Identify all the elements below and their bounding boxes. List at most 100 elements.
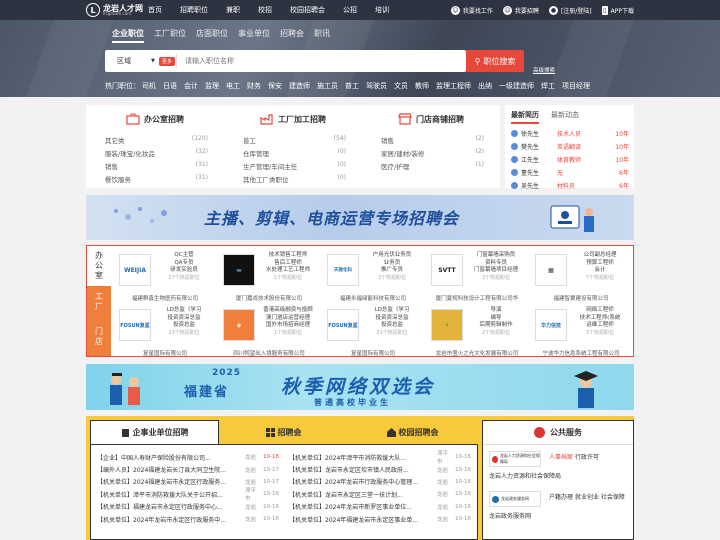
list-item[interactable]: 【机关单位】2024年漳平市消防救援大队... 漳平市 10-16 — [289, 451, 471, 465]
employer-card[interactable]: 华力信技 网络工程师 技术工程师(系统 运维工程师 3个热招职位 宁波华力信息系统工程… — [529, 304, 633, 357]
hot-job[interactable]: 项目经理 — [562, 81, 590, 91]
resume-row[interactable]: 徐先生 技术人员 10年 — [511, 127, 629, 140]
side-tab-factory[interactable]: 工厂 — [87, 286, 111, 318]
ecommerce-fair-banner[interactable]: 主播、剪辑、电商运营专场招聘会 — [86, 195, 634, 240]
hot-job[interactable]: 文员 — [394, 81, 408, 91]
tab-news[interactable]: 职讯 — [314, 28, 330, 43]
hot-job[interactable]: 电工 — [226, 81, 240, 91]
employer-card[interactable]: ▦ 公司副总经理 预算工程师 会计 7个热招职位 福建智翼建设有限公司 — [529, 249, 633, 302]
autumn-online-fair-banner[interactable]: 2025 福建省 秋季网络双选会 普通高校毕业生 — [86, 364, 634, 410]
hot-job[interactable]: 会计 — [184, 81, 198, 91]
list-item[interactable]: 【机关单位】2024年龙岩市永定区行政服务中... 龙岩 10-16 — [97, 513, 279, 525]
tab-latest-news[interactable]: 最新动态 — [551, 110, 579, 124]
hot-job[interactable]: 建造师 — [289, 81, 310, 91]
category-item[interactable]: 餐饮服务 (31) — [105, 174, 208, 187]
banner-province: 福建省 — [184, 385, 230, 400]
list-item[interactable]: 【编外人员】2024福建龙岩长汀县大同卫生院... 龙岩 10-17 — [97, 463, 279, 475]
hot-job[interactable]: 监理工程师 — [436, 81, 471, 91]
employer-card[interactable]: SVTT 门窗幕墙采购员 资料专员 门窗幕墙项目经理 3个热招职位 厦门夏视科技设计工… — [425, 249, 529, 302]
hot-job[interactable]: 财务 — [247, 81, 261, 91]
tab-store-jobs[interactable]: 店面职位 — [196, 28, 228, 43]
resume-row[interactable]: 吴先生 材料员 6年 — [511, 179, 629, 192]
more-badge[interactable]: 更多 — [158, 56, 175, 66]
service-name: 龙岩人力资源和社会保障局 — [489, 473, 562, 480]
category-item[interactable]: 仓库管理 (0) — [243, 148, 346, 161]
category-item[interactable]: 其它类 (120) — [105, 135, 208, 148]
category-office: 办公室招聘 其它类 (120) 服装/珠宝/化妆品 (32) 销售 (31) 餐饮服务… — [86, 105, 224, 188]
side-tab-shop[interactable]: 门店 — [87, 318, 111, 356]
search-input[interactable] — [177, 51, 466, 71]
service-link[interactable]: 就业创业 社会保障 — [575, 494, 625, 501]
tab-campus-fair[interactable]: 校园招聘会 — [348, 420, 477, 444]
hot-job[interactable]: 焊工 — [541, 81, 555, 91]
list-item[interactable]: 【机关单位】龙岩市永定区坎市镇人民政府... 龙岩 10-16 — [289, 463, 471, 475]
tab-job-fair[interactable]: 招聘会 — [280, 28, 304, 43]
hot-job[interactable]: 施工员 — [317, 81, 338, 91]
employer-card[interactable]: WEIJIA QC主管 QA专员 研发实验员 17个热招职位 福建群鑫生物医药有限公司 — [113, 249, 217, 302]
site-logo[interactable]: L 龙岩人才网 lrcgasam.com — [86, 3, 143, 17]
resume-row[interactable]: 董先生无 6年 — [511, 166, 629, 179]
category-item[interactable]: 销售 (2) — [381, 135, 484, 148]
nav-campus[interactable]: 校招 — [258, 5, 272, 15]
tab-enterprise-recruitment[interactable]: 企事业单位招聘 — [90, 420, 219, 444]
category-item[interactable]: 普工 (54) — [243, 135, 346, 148]
app-download-link[interactable]: ▯ APP下载 — [601, 5, 634, 15]
graduate-cap-illustration-icon — [574, 371, 598, 408]
list-item[interactable]: 【机关单位】2024年龙岩市行政服务中心管理... 龙岩 10-16 — [289, 476, 471, 488]
category-item[interactable]: 家居/建材/装修 (2) — [381, 148, 484, 161]
tab-job-fair[interactable]: 招聘会 — [219, 420, 348, 444]
hot-job[interactable]: 驾驶员 — [366, 81, 387, 91]
service-link[interactable]: 户籍办理 — [549, 494, 573, 501]
tab-public-institution[interactable]: 事业单位 — [238, 28, 270, 43]
nav-parttime[interactable]: 兼职 — [226, 5, 240, 15]
featured-employers: 办公室 工厂 门店 WEIJIA QC主管 QA专员 研发实验员 17个热招职位 福建… — [86, 245, 634, 357]
category-item[interactable]: 其他工厂类职位 (0) — [243, 174, 346, 187]
nav-public-exam[interactable]: 公招 — [343, 5, 357, 15]
service-link[interactable]: 人事档案 — [549, 454, 573, 461]
login-register-link[interactable]: ● [注册/登陆] — [548, 5, 592, 15]
employer-card[interactable]: ◈ 香港高级融资与投顾 澳门酒店运营经理 国外市场招商经理 1个热招职位 四川鸭望出入… — [217, 304, 321, 357]
employer-card[interactable]: FOSUN复星 LD总监（学习 投资资深总监 投资总监 23个热招职位 复星国际有限公… — [113, 304, 217, 357]
employer-card[interactable]: FOSUN复星 LD总监（学习 投资资深总监 投资总监 21个热招职位 复星国际有限公… — [321, 304, 425, 357]
category-item[interactable]: 服装/珠宝/化妆品 (32) — [105, 148, 208, 161]
list-item[interactable]: 【机关单位】福建龙岩市永定区行政服务中心... 龙岩 10-16 — [97, 501, 279, 513]
list-item[interactable]: 【机关单位】2024年龙岩市新罗区事业单位... 龙岩 10-16 — [289, 501, 471, 513]
hot-job[interactable]: 普工 — [345, 81, 359, 91]
hot-job[interactable]: 一级建造师 — [499, 81, 534, 91]
tab-latest-resumes[interactable]: 最新简历 — [511, 110, 539, 124]
nav-training[interactable]: 培训 — [375, 5, 389, 15]
search-button[interactable]: ⚲ 职位搜索 — [466, 50, 524, 72]
nav-campus-fair[interactable]: 校园招聘会 — [290, 5, 325, 15]
service-link[interactable]: 行政许可 — [575, 454, 599, 461]
hot-job[interactable]: 日语 — [163, 81, 177, 91]
find-job-link[interactable]: ☺ 我要找工作 — [450, 5, 493, 15]
company-logo: FOSUN复星 — [119, 309, 151, 341]
region-select[interactable]: 区域 ▼ 更多 — [105, 54, 177, 68]
nav-home[interactable]: 首页 — [148, 5, 162, 15]
list-item[interactable]: 【机关单位】2024年福建龙岩市永定区事业单... 龙岩 10-16 — [289, 513, 471, 525]
category-item[interactable]: 生产管理/车间主任 (0) — [243, 161, 346, 174]
category-item[interactable]: 销售 (31) — [105, 161, 208, 174]
list-item[interactable]: 【企业】中国人寿财产保险股份有限公司... 龙岩 10-18 — [97, 451, 279, 463]
side-tab-office[interactable]: 办公室 — [87, 246, 111, 286]
list-item[interactable]: 【机关单位】龙岩市永定区三堂一扶计划... 龙岩 10-16 — [289, 488, 471, 500]
employer-card[interactable]: 天驰化科 户用光伏业务员 业务员 推广专员 3个热招职位 福建永福绿能科技有限公司 — [321, 249, 425, 302]
employer-card[interactable]: ▬ 技术销售工程师 售后工程师 水处理工艺工程师 1个热招职位 厦门嘉戎技术股份有限公… — [217, 249, 321, 302]
employer-card[interactable]: ✦ 导演 编导 后期剪辑制作 2个热招职位 龙岩市萤火之光文化发展有限公司 — [425, 304, 529, 357]
tab-company-jobs[interactable]: 企业职位 — [112, 28, 144, 43]
advanced-search-link[interactable]: 高级搜索 — [533, 66, 555, 74]
recruit-link[interactable]: ☺ 我要招聘 — [502, 5, 539, 15]
hot-job[interactable]: 司机 — [142, 81, 156, 91]
resume-row[interactable]: 樊先生 英语翻译 10年 — [511, 140, 629, 153]
hot-job[interactable]: 教师 — [415, 81, 429, 91]
category-item[interactable]: 医疗/护理 (1) — [381, 161, 484, 174]
company-logo: ✦ — [431, 309, 463, 341]
nav-jobs[interactable]: 招聘职位 — [180, 5, 208, 15]
hot-job[interactable]: 监理 — [205, 81, 219, 91]
list-item[interactable]: 【机关单位】漳平市消防救援大队关于公开招... 漳平市 10-16 — [97, 488, 279, 502]
company-name: 复星国际有限公司 — [142, 351, 187, 357]
tab-factory-jobs[interactable]: 工厂职位 — [154, 28, 186, 43]
hot-job[interactable]: 保安 — [268, 81, 282, 91]
hot-job[interactable]: 出纳 — [478, 81, 492, 91]
resume-row[interactable]: 江先生 体育教师 10年 — [511, 153, 629, 166]
